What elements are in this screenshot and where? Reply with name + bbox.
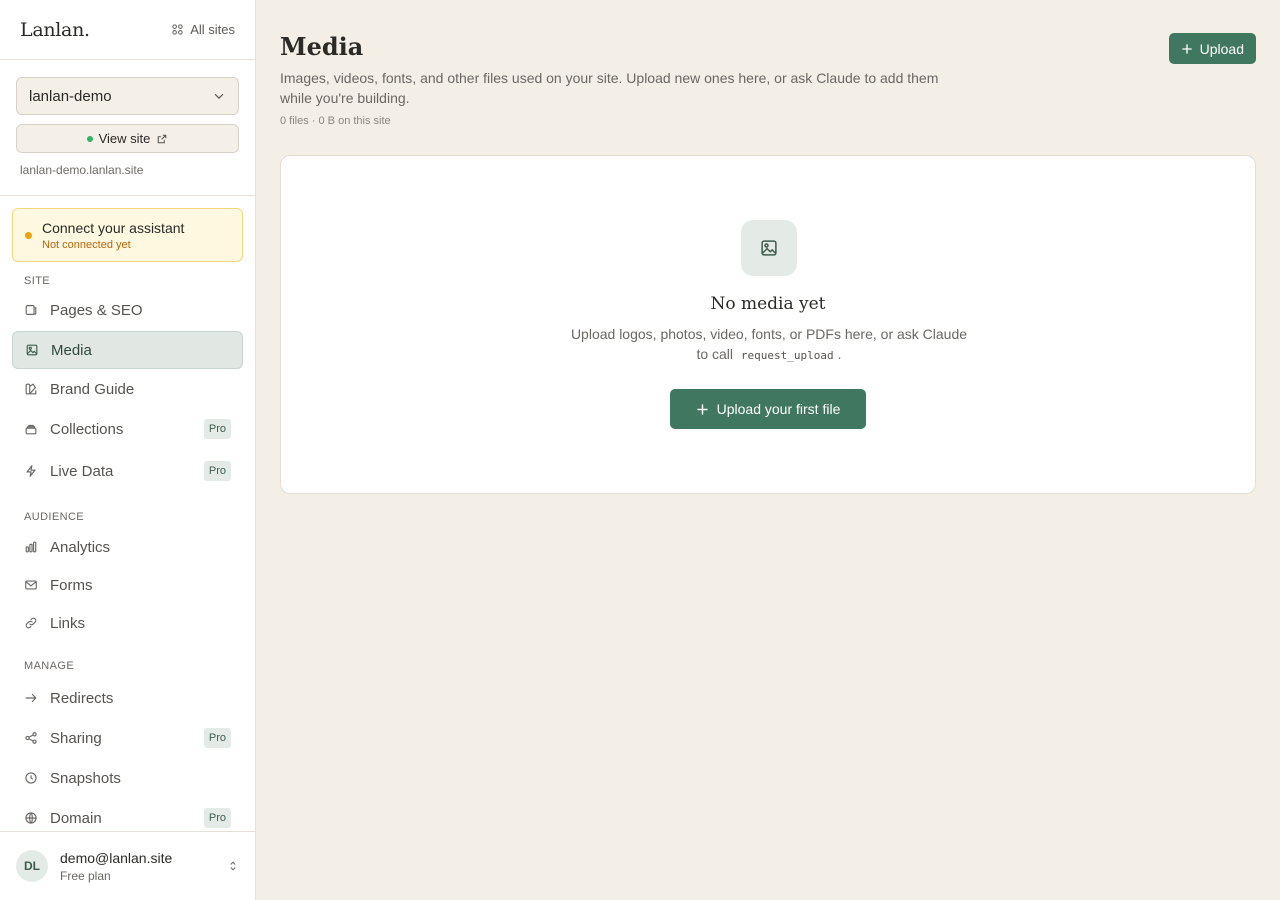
sidebar-item-label: Domain (50, 809, 102, 827)
empty-state-punct: . (837, 346, 842, 362)
plus-icon (696, 403, 708, 415)
sidebar-item-label: Brand Guide (50, 380, 135, 398)
clock-icon (25, 772, 37, 784)
user-menu[interactable]: DL demo@lanlan.site Free plan (0, 831, 255, 900)
sidebar-item-brand-guide[interactable]: Brand Guide (12, 370, 243, 408)
pro-badge: Pro (203, 461, 231, 481)
sidebar: Lanlan. All sites lanlan-demo View site … (0, 0, 256, 900)
external-link-icon (158, 134, 167, 143)
site-nav: Pages & SEO Media Brand Guide Collection… (0, 291, 255, 490)
collections-icon (25, 424, 37, 435)
globe-icon (25, 812, 37, 824)
chevron-up-down-icon (230, 861, 236, 871)
section-label-audience: AUDIENCE (24, 511, 85, 523)
empty-state-icon (741, 220, 797, 276)
online-status-dot (86, 135, 93, 142)
assistant-text: Connect your assistant Not connected yet (42, 220, 184, 251)
grid-icon (172, 24, 183, 35)
mail-icon (25, 580, 37, 590)
sidebar-item-label: Snapshots (50, 769, 121, 787)
avatar: DL (16, 850, 48, 882)
bolt-icon (26, 465, 36, 477)
upload-first-file-label: Upload your first file (716, 401, 841, 417)
site-selector[interactable]: lanlan-demo (16, 77, 239, 115)
upload-button-label: Upload (1199, 40, 1244, 57)
all-sites-link[interactable]: All sites (171, 22, 235, 37)
pro-badge: Pro (203, 728, 231, 748)
section-label-manage: MANAGE (24, 660, 75, 672)
plus-icon (1181, 43, 1192, 54)
upload-button[interactable]: Upload (1168, 33, 1256, 64)
site-block: lanlan-demo View site lanlan-demo.lanlan… (0, 60, 255, 196)
sidebar-item-label: Live Data (50, 462, 114, 480)
all-sites-label: All sites (190, 22, 235, 37)
pro-badge: Pro (203, 808, 231, 828)
sidebar-item-label: Collections (50, 420, 124, 438)
connect-assistant-card[interactable]: Connect your assistant Not connected yet (12, 208, 243, 262)
sidebar-item-analytics[interactable]: Analytics (12, 528, 243, 566)
page-meta: 0 files · 0 B on this site (280, 115, 391, 127)
sidebar-item-label: Forms (50, 576, 93, 594)
sidebar-item-live-data[interactable]: Live Data Pro (12, 452, 243, 490)
arrow-right-icon (25, 693, 37, 703)
site-url: lanlan-demo.lanlan.site (20, 163, 144, 177)
assistant-title: Connect your assistant (42, 219, 185, 236)
manage-nav: Redirects Sharing Pro Snapshots Domain P… (0, 679, 255, 837)
sidebar-item-label: Analytics (50, 538, 111, 556)
empty-state-description: Upload logos, photos, video, fonts, or P… (569, 324, 969, 366)
empty-state-title: No media yet (710, 294, 826, 314)
sidebar-item-media[interactable]: Media (12, 331, 243, 369)
sidebar-item-pages-seo[interactable]: Pages & SEO (12, 291, 243, 329)
sidebar-item-collections[interactable]: Collections Pro (12, 410, 243, 448)
sidebar-item-links[interactable]: Links (12, 604, 243, 642)
view-site-label: View site (98, 131, 151, 146)
tool-name-code: request_upload (740, 349, 834, 362)
pro-badge: Pro (203, 419, 231, 439)
brand-row: Lanlan. All sites (0, 0, 255, 60)
user-email: demo@lanlan.site (60, 849, 173, 866)
pages-icon (25, 305, 37, 315)
analytics-icon (25, 541, 37, 553)
logo[interactable]: Lanlan. (20, 19, 90, 41)
empty-state-card: No media yet Upload logos, photos, video… (280, 155, 1256, 494)
sidebar-item-snapshots[interactable]: Snapshots (12, 759, 243, 797)
page-title: Media (280, 32, 364, 61)
sidebar-item-label: Sharing (50, 729, 102, 747)
brand-icon (25, 383, 37, 395)
sidebar-item-label: Links (50, 614, 86, 632)
sidebar-item-redirects[interactable]: Redirects (12, 679, 243, 717)
warning-status-dot (25, 231, 32, 239)
sidebar-item-forms[interactable]: Forms (12, 566, 243, 604)
sidebar-item-label: Redirects (50, 689, 114, 707)
audience-nav: Analytics Forms Links (0, 528, 255, 642)
share-icon (25, 732, 37, 744)
assistant-status: Not connected yet (42, 238, 131, 251)
chevron-down-icon (214, 93, 224, 100)
sidebar-item-label: Media (51, 341, 92, 359)
page-description: Images, videos, fonts, and other files u… (280, 70, 939, 106)
sidebar-item-sharing[interactable]: Sharing Pro (12, 719, 243, 757)
image-icon (761, 240, 777, 256)
user-plan: Free plan (60, 868, 111, 883)
section-label-site: SITE (24, 275, 51, 287)
upload-first-file-button[interactable]: Upload your first file (670, 389, 866, 429)
view-site-button[interactable]: View site (16, 124, 239, 153)
image-icon (26, 344, 38, 356)
site-selector-value: lanlan-demo (29, 87, 112, 105)
link-icon (25, 617, 37, 629)
user-info: demo@lanlan.site Free plan (60, 850, 172, 883)
sidebar-item-label: Pages & SEO (50, 301, 143, 319)
